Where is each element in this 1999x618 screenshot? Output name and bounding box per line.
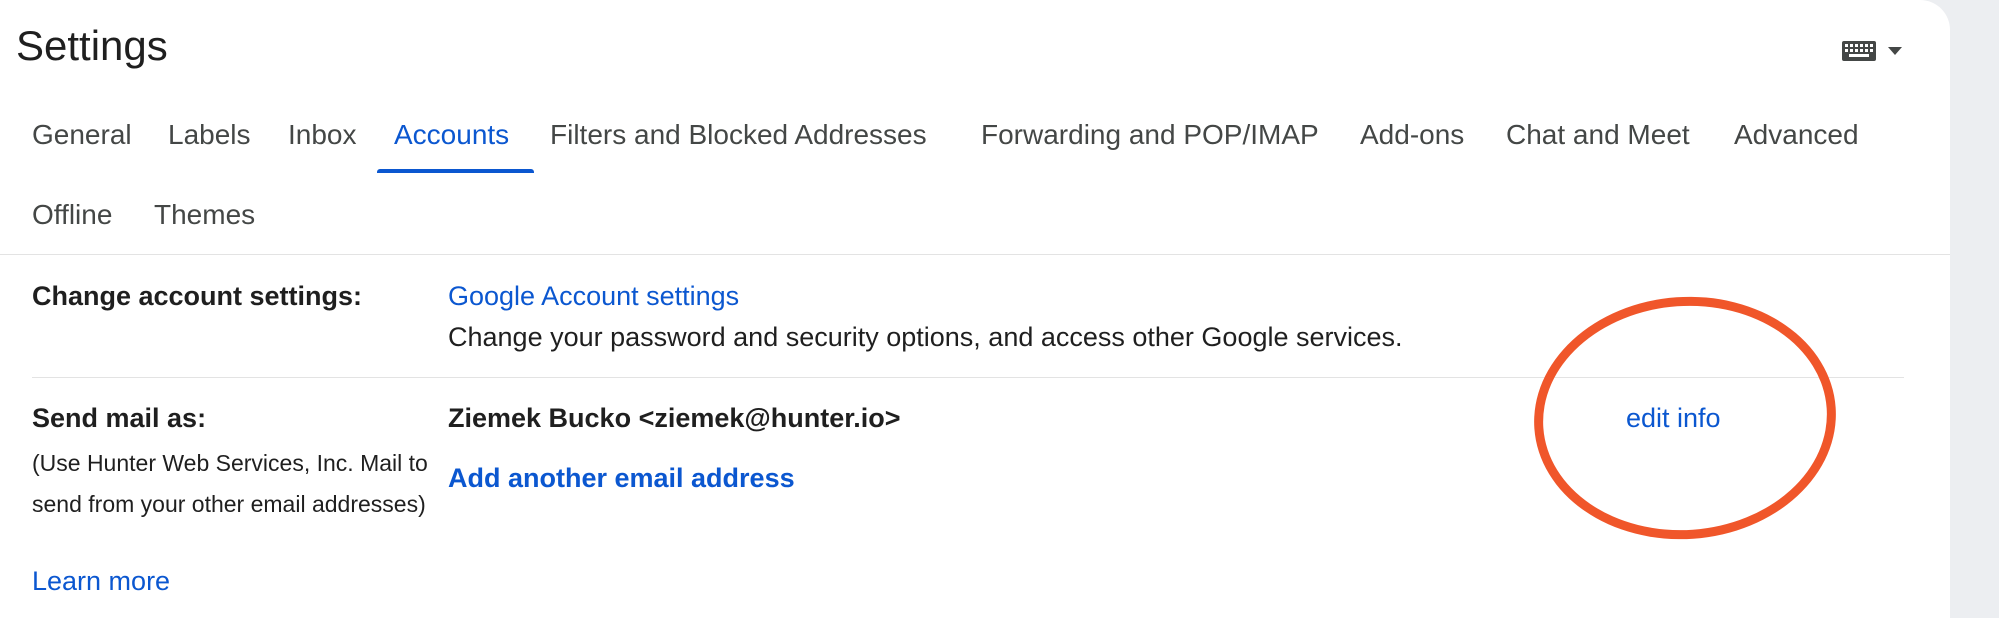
tab-forwarding[interactable]: Forwarding and POP/IMAP bbox=[981, 121, 1319, 149]
tab-chat-and-meet[interactable]: Chat and Meet bbox=[1506, 121, 1690, 149]
tab-accounts[interactable]: Accounts bbox=[394, 121, 509, 149]
settings-panel: Settings General Labels Inbox Accounts F… bbox=[0, 0, 1950, 618]
tab-inbox[interactable]: Inbox bbox=[288, 121, 357, 149]
tab-general[interactable]: General bbox=[32, 121, 132, 149]
send-as-address: Ziemek Bucko <ziemek@hunter.io> bbox=[448, 403, 901, 433]
tabs-divider bbox=[0, 254, 1950, 255]
caret-down-icon bbox=[1888, 47, 1902, 55]
add-email-address-link[interactable]: Add another email address bbox=[448, 463, 795, 494]
tab-themes[interactable]: Themes bbox=[154, 201, 255, 229]
send-mail-as-note-text: (Use Hunter Web Services, Inc. Mail to s… bbox=[32, 450, 428, 517]
tab-add-ons[interactable]: Add-ons bbox=[1360, 121, 1464, 149]
highlight-circle-annotation bbox=[1525, 286, 1845, 550]
change-account-description: Change your password and security option… bbox=[448, 322, 1403, 352]
tab-filters[interactable]: Filters and Blocked Addresses bbox=[550, 121, 927, 149]
tab-offline[interactable]: Offline bbox=[32, 201, 112, 229]
tab-labels[interactable]: Labels bbox=[168, 121, 251, 149]
input-tools-button[interactable] bbox=[1842, 38, 1912, 64]
keyboard-icon bbox=[1842, 41, 1876, 61]
page-title: Settings bbox=[16, 22, 168, 69]
change-account-label: Change account settings: bbox=[32, 281, 363, 311]
send-mail-as-note: (Use Hunter Web Services, Inc. Mail to s… bbox=[32, 443, 452, 525]
google-account-settings-link[interactable]: Google Account settings bbox=[448, 281, 739, 312]
tab-advanced[interactable]: Advanced bbox=[1734, 121, 1859, 149]
learn-more-link[interactable]: Learn more bbox=[32, 566, 170, 597]
send-mail-as-label: Send mail as: bbox=[32, 403, 207, 433]
active-tab-indicator bbox=[377, 169, 534, 173]
